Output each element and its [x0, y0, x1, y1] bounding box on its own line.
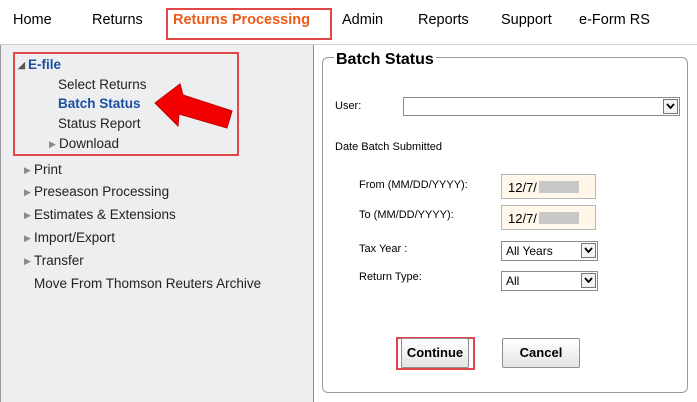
sidebar-item-preseason-processing[interactable]: ▶ Preseason Processing	[24, 184, 169, 199]
sidebar-item-label: Estimates & Extensions	[34, 207, 176, 222]
return-type-value: All	[506, 274, 520, 288]
tax-year-select[interactable]: All Years	[501, 241, 598, 261]
sidebar-item-transfer[interactable]: ▶ Transfer	[24, 253, 84, 268]
sidebar-item-label: Transfer	[34, 253, 84, 268]
cancel-button[interactable]: Cancel	[502, 338, 580, 368]
to-date-value: 12/7/	[508, 211, 537, 226]
date-section-label: Date Batch Submitted	[335, 141, 443, 153]
sidebar-item-label: Preseason Processing	[34, 184, 170, 199]
red-arrow-icon	[154, 83, 233, 129]
nav-home[interactable]: Home	[13, 12, 52, 28]
nav-reports[interactable]: Reports	[418, 12, 469, 28]
chevron-down-icon	[581, 273, 596, 288]
to-date-label: To (MM/DD/YYYY):	[359, 209, 454, 221]
form-title: Batch Status	[334, 51, 436, 69]
tax-year-label: Tax Year :	[359, 243, 408, 255]
user-label: User:	[335, 100, 362, 112]
return-type-label: Return Type:	[359, 271, 422, 283]
user-select[interactable]	[403, 97, 680, 116]
sidebar-item-label: Import/Export	[34, 230, 116, 245]
collapsed-triangle-icon: ▶	[24, 233, 31, 243]
continue-button[interactable]: Continue	[401, 338, 469, 368]
redaction-mask	[539, 181, 579, 193]
from-date-label: From (MM/DD/YYYY):	[359, 179, 468, 191]
redaction-mask	[539, 212, 579, 224]
collapsed-triangle-icon: ▶	[24, 210, 31, 220]
tax-year-value: All Years	[506, 244, 553, 258]
from-date-input[interactable]: 12/7/	[501, 174, 596, 199]
from-date-value: 12/7/	[508, 180, 537, 195]
nav-highlight-box	[166, 8, 332, 40]
nav-returns[interactable]: Returns	[92, 12, 143, 28]
chevron-down-icon	[581, 243, 596, 258]
collapsed-triangle-icon: ▶	[24, 187, 31, 197]
top-navigation: Home Returns Returns Processing Admin Re…	[0, 0, 697, 45]
nav-support[interactable]: Support	[501, 12, 552, 28]
sidebar-item-estimates-extensions[interactable]: ▶ Estimates & Extensions	[24, 207, 176, 222]
sidebar-item-label: Print	[34, 162, 62, 177]
nav-eform-rs[interactable]: e-Form RS	[579, 12, 650, 28]
to-date-input[interactable]: 12/7/	[501, 205, 596, 230]
sidebar-item-print[interactable]: ▶ Print	[24, 162, 62, 177]
collapsed-triangle-icon: ▶	[24, 165, 31, 175]
chevron-down-icon	[663, 99, 678, 114]
nav-admin[interactable]: Admin	[342, 12, 383, 28]
sidebar-item-move-from-archive[interactable]: Move From Thomson Reuters Archive	[34, 276, 261, 291]
return-type-select[interactable]: All	[501, 271, 598, 291]
sidebar-item-import-export[interactable]: ▶ Import/Export	[24, 230, 115, 245]
collapsed-triangle-icon: ▶	[24, 256, 31, 266]
